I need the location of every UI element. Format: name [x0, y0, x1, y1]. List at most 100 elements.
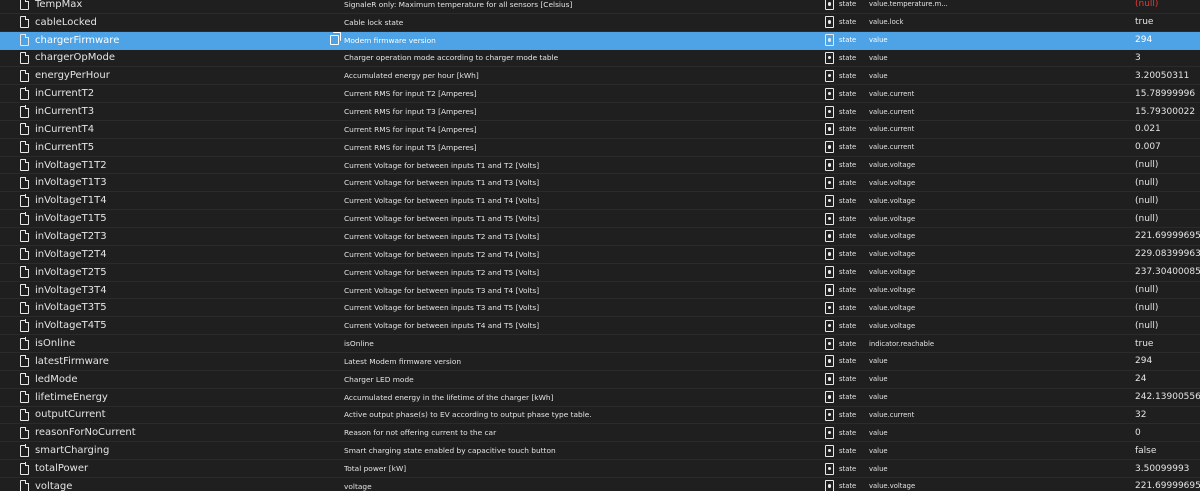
table-row[interactable]: energyPerHour Accumulated energy per hour… — [0, 67, 1200, 86]
object-name: inVoltageT1T3 — [35, 177, 107, 189]
state-icon — [825, 248, 834, 261]
object-name-cell[interactable]: totalPower — [20, 462, 320, 475]
object-value[interactable]: (null) — [1135, 321, 1158, 331]
object-value[interactable]: (null) — [1135, 196, 1158, 206]
table-row[interactable]: TempMax SignaleR only: Maximum temperatur… — [0, 0, 1200, 14]
table-row[interactable]: isOnline isOnline state indicator.reachable… — [0, 335, 1200, 353]
object-name-cell[interactable]: inVoltageT2T3 — [20, 230, 320, 243]
object-value[interactable]: 0.007 — [1135, 142, 1161, 152]
object-value[interactable]: (null) — [1135, 303, 1158, 313]
object-name: voltage — [35, 480, 73, 491]
table-row[interactable]: inVoltageT1T4 Current Voltage for between… — [0, 192, 1200, 211]
object-name-cell[interactable]: inCurrentT3 — [20, 105, 320, 118]
state-icon — [825, 230, 834, 243]
object-name-cell[interactable]: smartCharging — [20, 444, 320, 457]
object-type: state — [839, 428, 857, 437]
object-name-cell[interactable]: cableLocked — [20, 15, 320, 29]
object-type-cell: state — [825, 426, 857, 439]
object-type-cell: state — [825, 337, 856, 350]
object-name-cell[interactable]: chargerOpMode — [20, 51, 320, 64]
table-row[interactable]: latestFirmware Latest Modem firmware vers… — [0, 353, 1200, 371]
table-row[interactable]: inCurrentT5 Current RMS for input T5 [Amp… — [0, 139, 1200, 157]
object-value[interactable]: (null) — [1135, 285, 1158, 295]
object-value[interactable]: 294 — [1135, 356, 1152, 366]
object-value[interactable]: 15.79300022 — [1135, 107, 1195, 117]
table-row[interactable]: chargerOpMode Charger operation mode acco… — [0, 50, 1200, 68]
object-name: inCurrentT4 — [35, 123, 95, 135]
object-role: value — [869, 53, 888, 62]
object-name-cell[interactable]: outputCurrent — [20, 408, 320, 421]
object-value[interactable]: (null) — [1135, 160, 1158, 170]
object-name-cell[interactable]: inCurrentT5 — [20, 140, 320, 154]
table-row[interactable]: inVoltageT1T5 Current Voltage for between… — [0, 210, 1200, 229]
object-value[interactable]: (null) — [1135, 0, 1158, 9]
table-row[interactable]: inVoltageT4T5 Current Voltage for between… — [0, 317, 1200, 336]
object-value[interactable]: 242.13900556 — [1135, 392, 1200, 402]
table-row[interactable]: inVoltageT3T5 Current Voltage for between… — [0, 299, 1200, 318]
object-name-cell[interactable]: TempMax — [20, 0, 320, 11]
object-name-cell[interactable]: reasonForNoCurrent — [20, 426, 320, 439]
object-type: state — [839, 214, 857, 223]
object-name-cell[interactable]: inVoltageT1T5 — [20, 212, 320, 225]
object-value[interactable]: 0.021 — [1135, 124, 1161, 134]
object-name-cell[interactable]: energyPerHour — [20, 69, 320, 82]
table-row[interactable]: inVoltageT3T4 Current Voltage for between… — [0, 282, 1200, 300]
table-row[interactable]: smartCharging Smart charging state enable… — [0, 442, 1200, 461]
table-row[interactable]: totalPower Total power [kW] state value 3.50… — [0, 460, 1200, 478]
table-row[interactable]: reasonForNoCurrent Reason for not offerin… — [0, 424, 1200, 443]
object-name-cell[interactable]: inVoltageT1T2 — [20, 158, 320, 172]
table-row[interactable]: inCurrentT3 Current RMS for input T3 [Amp… — [0, 103, 1200, 121]
object-value[interactable]: 0 — [1135, 428, 1141, 438]
object-value[interactable]: 15.78999996 — [1135, 89, 1195, 99]
object-name-cell[interactable]: latestFirmware — [20, 355, 320, 368]
object-value[interactable]: 221.69999695 — [1135, 481, 1200, 491]
file-icon — [20, 51, 30, 64]
object-value[interactable]: false — [1135, 446, 1156, 456]
object-value[interactable]: (null) — [1135, 214, 1158, 224]
object-name-cell[interactable]: inVoltageT1T4 — [20, 194, 320, 207]
table-row[interactable]: ledMode Charger LED mode state value 24 — [0, 371, 1200, 389]
object-name-cell[interactable]: lifetimeEnergy — [20, 390, 320, 404]
table-row[interactable]: inCurrentT2 Current RMS for input T2 [Amp… — [0, 85, 1200, 104]
object-name-cell[interactable]: voltage — [20, 480, 320, 491]
object-name: inVoltageT4T5 — [35, 320, 107, 332]
table-row[interactable]: inVoltageT2T4 Current Voltage for between… — [0, 246, 1200, 264]
object-name-cell[interactable]: inCurrentT2 — [20, 87, 320, 100]
object-value[interactable]: 3.20050311 — [1135, 71, 1189, 81]
object-name-cell[interactable]: inVoltageT4T5 — [20, 319, 320, 332]
object-value[interactable]: true — [1135, 17, 1153, 27]
object-value[interactable]: 237.30400085 — [1135, 267, 1200, 277]
table-row[interactable]: cableLocked Cable lock state state value.lo… — [0, 14, 1200, 32]
table-row[interactable]: chargerFirmware Modem firmware version sta… — [0, 31, 1200, 50]
object-value[interactable]: (null) — [1135, 178, 1158, 188]
object-value[interactable]: 3.50099993 — [1135, 464, 1189, 474]
table-row[interactable]: inVoltageT2T3 Current Voltage for between… — [0, 228, 1200, 246]
table-row[interactable]: inVoltageT1T2 Current Voltage for between… — [0, 157, 1200, 175]
object-name-cell[interactable]: inCurrentT4 — [20, 123, 320, 136]
file-icon — [20, 123, 30, 136]
object-name-cell[interactable]: isOnline — [20, 337, 320, 350]
object-name-cell[interactable]: inVoltageT3T4 — [20, 283, 320, 297]
state-icon — [825, 194, 834, 207]
object-name-cell[interactable]: inVoltageT2T5 — [20, 265, 320, 279]
table-row[interactable]: inVoltageT1T3 Current Voltage for between… — [0, 175, 1200, 193]
object-name-cell[interactable]: inVoltageT3T5 — [20, 301, 320, 314]
object-name-cell[interactable]: ledMode — [20, 372, 320, 386]
object-value[interactable]: 32 — [1135, 410, 1146, 420]
table-row[interactable]: outputCurrent Active output phase(s) to E… — [0, 407, 1200, 425]
object-name-cell[interactable]: inVoltageT1T3 — [20, 176, 320, 189]
object-value[interactable]: 294 — [1135, 35, 1152, 45]
object-name: inVoltageT2T3 — [35, 230, 107, 242]
object-value[interactable]: 24 — [1135, 374, 1146, 384]
object-value[interactable]: 221.69999695 — [1135, 231, 1200, 241]
table-row[interactable]: inVoltageT2T5 Current Voltage for between… — [0, 264, 1200, 282]
object-name-cell[interactable]: inVoltageT2T4 — [20, 248, 320, 261]
object-value[interactable]: 229.08399963 — [1135, 249, 1200, 259]
copy-icon[interactable] — [330, 32, 341, 46]
object-name-cell[interactable]: chargerFirmware — [20, 33, 320, 47]
object-value[interactable]: 3 — [1135, 53, 1141, 63]
object-value[interactable]: true — [1135, 339, 1153, 349]
table-row[interactable]: voltage voltage state value.voltage 221.6999… — [0, 478, 1200, 491]
table-row[interactable]: inCurrentT4 Current RMS for input T4 [Amp… — [0, 121, 1200, 139]
table-row[interactable]: lifetimeEnergy Accumulated energy in the … — [0, 389, 1200, 407]
